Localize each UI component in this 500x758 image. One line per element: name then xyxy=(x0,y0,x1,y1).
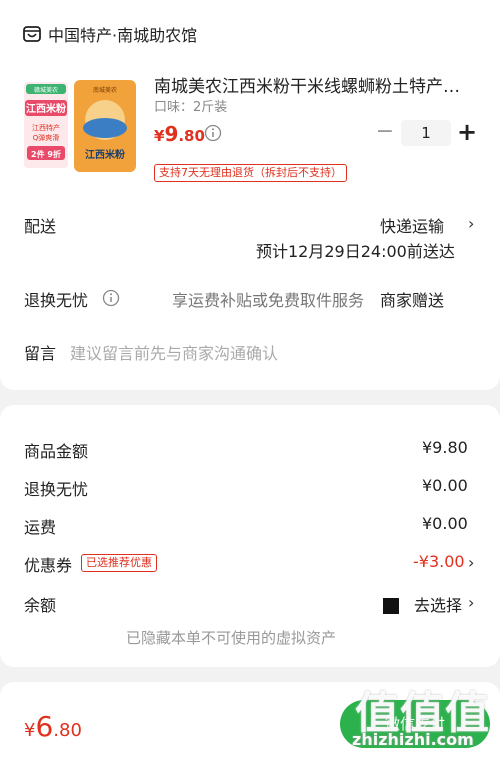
image-banner-text: 江西米粉 xyxy=(26,102,66,115)
worry-free-value: 商家赠送 xyxy=(380,291,445,310)
delivery-label: 配送 xyxy=(24,217,57,236)
message-label: 留言 xyxy=(24,344,57,363)
balance-label: 余额 xyxy=(24,596,57,615)
shipping-fee-label: 运费 xyxy=(24,518,57,537)
chevron-right-icon[interactable]: › xyxy=(468,214,474,233)
image-badge-text: 赣城美农 xyxy=(34,86,58,94)
image-line1-text: 江西特产 xyxy=(32,123,60,132)
quantity-increase-button[interactable]: + xyxy=(456,119,478,147)
worry-free-fee-label: 退换无忧 xyxy=(24,480,89,499)
coupon-value[interactable]: -¥3.00 xyxy=(413,552,465,571)
store-name[interactable]: 中国特产·南城助农馆 xyxy=(48,22,197,46)
info-icon[interactable] xyxy=(102,289,120,307)
image-bag-text: 江西米粉 xyxy=(85,148,125,161)
total-price: ¥6.80 xyxy=(24,710,82,743)
product-title[interactable]: 南城美农江西米粉干米线螺蛳粉土特产南… xyxy=(154,72,474,97)
total-decimal: .80 xyxy=(53,720,82,741)
chevron-right-icon[interactable]: › xyxy=(468,593,474,612)
info-icon[interactable] xyxy=(204,124,222,142)
redacted-mark xyxy=(383,598,399,614)
coupon-label: 优惠券 xyxy=(24,556,73,575)
return-policy-tag: 支持7天无理由退货（拆封后不支持） xyxy=(154,164,347,182)
goods-amount-label: 商品金额 xyxy=(24,442,89,461)
product-image[interactable]: 赣城美农 江西米粉 江西特产 Q弹爽滑 2件 9折 南城美农 江西米粉 xyxy=(22,78,142,174)
watermark-text: zhizhizhi.com xyxy=(352,730,474,749)
delivery-eta: 预计12月29日24:00前送达 xyxy=(256,242,455,261)
image-brand-text: 南城美农 xyxy=(93,86,117,94)
worry-free-fee-value: ¥0.00 xyxy=(422,476,468,495)
balance-select-button[interactable]: 去选择 xyxy=(414,592,462,616)
product-price: ¥9.80 xyxy=(154,122,205,146)
total-currency: ¥ xyxy=(24,720,36,741)
total-integer: 6 xyxy=(35,710,54,743)
delivery-method[interactable]: 快递运输 xyxy=(380,213,444,237)
quantity-input[interactable]: 1 xyxy=(401,120,451,146)
price-integer: 9 xyxy=(164,122,179,146)
worry-free-description: 享运费补贴或免费取件服务 xyxy=(172,291,365,310)
price-currency: ¥ xyxy=(154,127,165,145)
image-line2-text: Q弹爽滑 xyxy=(33,133,60,142)
worry-free-label: 退换无忧 xyxy=(24,291,89,310)
price-decimal: .80 xyxy=(178,127,205,145)
goods-amount-value: ¥9.80 xyxy=(422,438,468,457)
product-spec[interactable]: 口味：2斤装 xyxy=(154,96,227,115)
order-card xyxy=(0,0,500,390)
image-promo-text: 2件 9折 xyxy=(31,149,61,159)
message-input[interactable]: 建议留言前先与商家沟通确认 xyxy=(70,340,278,364)
hidden-assets-note[interactable]: 已隐藏本单不可使用的虚拟资产 xyxy=(126,627,336,648)
shipping-fee-value: ¥0.00 xyxy=(422,514,468,533)
quantity-decrease-button[interactable]: − xyxy=(375,121,395,145)
coupon-badge: 已选推荐优惠 xyxy=(81,554,157,572)
chevron-right-icon[interactable]: › xyxy=(468,553,474,572)
store-icon xyxy=(23,26,41,42)
